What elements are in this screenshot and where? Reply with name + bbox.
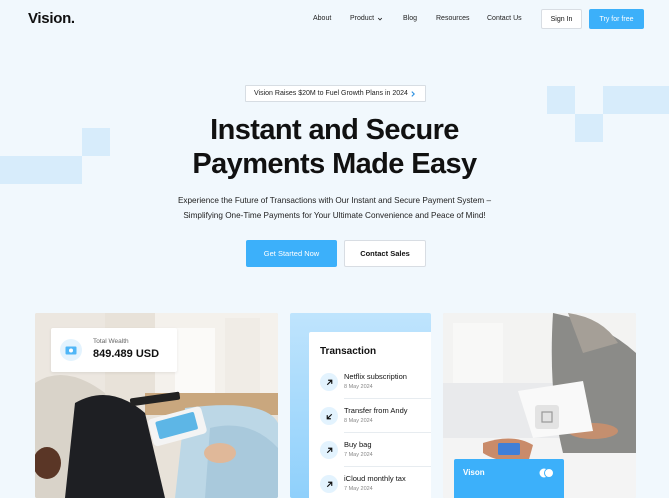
- contact-sales-button[interactable]: Contact Sales: [344, 240, 426, 267]
- transaction-item[interactable]: iCloud monthly tax 7 May 2024: [309, 470, 431, 498]
- hero-title-line: Payments Made Easy: [192, 148, 477, 180]
- wealth-value: 849.489 USD: [93, 348, 160, 360]
- arrow-up-right-icon: [320, 373, 338, 391]
- announcement-banner[interactable]: Vision Raises $20M to Fuel Growth Plans …: [245, 85, 426, 102]
- signin-button[interactable]: Sign In: [541, 9, 582, 29]
- try-free-button[interactable]: Try for free: [589, 9, 644, 29]
- chevron-down-icon: [378, 17, 383, 20]
- hero-title: Instant and Secure Payments Made Easy: [0, 113, 669, 181]
- card-label: Vison: [463, 468, 485, 477]
- transaction-item[interactable]: Buy bag 7 May 2024: [309, 436, 431, 470]
- arrow-up-right-icon: [320, 441, 338, 459]
- divider: [344, 466, 431, 467]
- nav-resources[interactable]: Resources: [436, 15, 469, 22]
- transaction-date: 8 May 2024: [344, 384, 373, 390]
- chevron-right-icon: [411, 91, 415, 97]
- transaction-date: 8 May 2024: [344, 418, 373, 424]
- brand-logo[interactable]: Vision.: [28, 10, 75, 27]
- arrow-up-right-icon: [320, 475, 338, 493]
- decor-block: [547, 86, 575, 114]
- nav-contact[interactable]: Contact Us: [487, 15, 522, 22]
- transaction-item[interactable]: Transfer from Andy 8 May 2024: [309, 402, 431, 436]
- money-icon: [60, 339, 82, 361]
- transaction-title: Transaction: [320, 346, 377, 357]
- transaction-item[interactable]: Netflix subscription 8 May 2024: [309, 368, 431, 402]
- wealth-label: Total Wealth: [93, 338, 129, 345]
- transaction-name: Buy bag: [344, 440, 372, 449]
- transaction-name: iCloud monthly tax: [344, 474, 406, 483]
- announcement-text: Vision Raises $20M to Fuel Growth Plans …: [254, 90, 408, 97]
- nav-blog[interactable]: Blog: [403, 15, 417, 22]
- divider: [344, 398, 431, 399]
- get-started-button[interactable]: Get Started Now: [246, 240, 337, 267]
- hero-title-line: Instant and Secure: [210, 114, 459, 146]
- transaction-name: Transfer from Andy: [344, 406, 408, 415]
- transaction-list-card: Transaction Netflix subscription 8 May 2…: [309, 332, 431, 498]
- nav-product-label: Product: [350, 15, 375, 22]
- arrow-down-left-icon: [320, 407, 338, 425]
- hero-subtitle: Experience the Future of Transactions wi…: [0, 193, 669, 223]
- transaction-name: Netflix subscription: [344, 372, 407, 381]
- transaction-date: 7 May 2024: [344, 486, 373, 492]
- divider: [344, 432, 431, 433]
- transaction-date: 7 May 2024: [344, 452, 373, 458]
- hero-subtitle-line: Experience the Future of Transactions wi…: [177, 196, 492, 205]
- nav-about[interactable]: About: [313, 15, 331, 22]
- vision-card: Vison: [454, 459, 564, 498]
- card-network-logo: [539, 468, 554, 478]
- total-wealth-card: Total Wealth 849.489 USD: [51, 328, 177, 372]
- decor-block: [603, 86, 669, 114]
- nav-product[interactable]: Product: [350, 15, 383, 22]
- hero-subtitle-line: Simplifying One-Time Payments for Your U…: [183, 211, 486, 220]
